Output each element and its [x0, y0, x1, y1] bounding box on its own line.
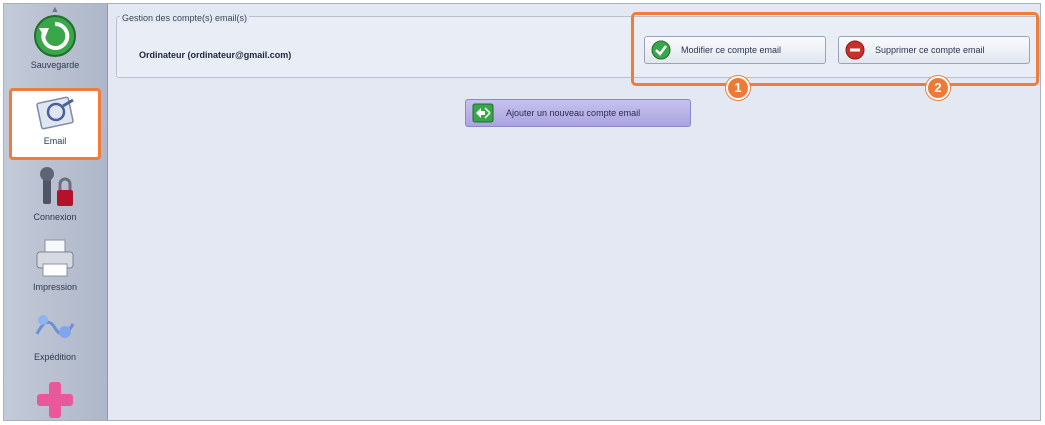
step-badge-2: 2 [926, 76, 950, 100]
wrench-lock-icon [40, 167, 73, 206]
sidebar-item-label: Email [43, 136, 67, 146]
sidebar-item-label: Impression [32, 282, 77, 292]
step-badge-1: 1 [726, 76, 750, 100]
sidebar-item-label: Sauvegarde [30, 60, 80, 70]
delete-account-button[interactable]: Supprimer ce compte email [838, 36, 1030, 64]
refresh-icon [34, 15, 76, 57]
edit-account-label: Modifier ce compte email [681, 45, 782, 55]
main-content: Ordinateur (ordinateur@gmail.com) Gestio… [108, 4, 1040, 420]
printer-icon [36, 239, 74, 277]
add-account-button[interactable]: Ajouter un nouveau compte email [465, 99, 691, 127]
sidebar-item-email[interactable]: Email [9, 88, 101, 160]
delete-account-label: Supprimer ce compte email [875, 45, 985, 55]
account-label: Ordinateur (ordinateur@gmail.com) [139, 50, 292, 60]
minus-icon [845, 40, 865, 60]
add-account-icon [472, 103, 494, 123]
add-account-label: Ajouter un nouveau compte email [506, 108, 641, 118]
shipping-icon [35, 315, 75, 338]
sidebar-item-backup[interactable]: Sauvegarde [9, 14, 101, 82]
sidebar: ▲ Sauvegarde Email Connexion Impression … [4, 4, 108, 420]
sidebar-item-label: Connexion [33, 212, 77, 222]
group-title: Gestion des compte(s) email(s) [120, 13, 250, 23]
sidebar-item-printing[interactable]: Impression [9, 236, 101, 304]
plus-icon [37, 382, 73, 418]
check-icon [651, 40, 671, 60]
sidebar-scroll-up-icon[interactable]: ▲ [48, 5, 62, 14]
sidebar-item-connection[interactable]: Connexion [9, 166, 101, 234]
email-settings-icon [36, 96, 74, 130]
app-window: ▲ Sauvegarde Email Connexion Impression … [3, 3, 1041, 421]
edit-account-button[interactable]: Modifier ce compte email [644, 36, 826, 64]
sidebar-item-shipping[interactable]: Expédition [9, 306, 101, 374]
sidebar-item-label: Expédition [33, 352, 77, 362]
sidebar-item-more[interactable] [9, 380, 101, 420]
